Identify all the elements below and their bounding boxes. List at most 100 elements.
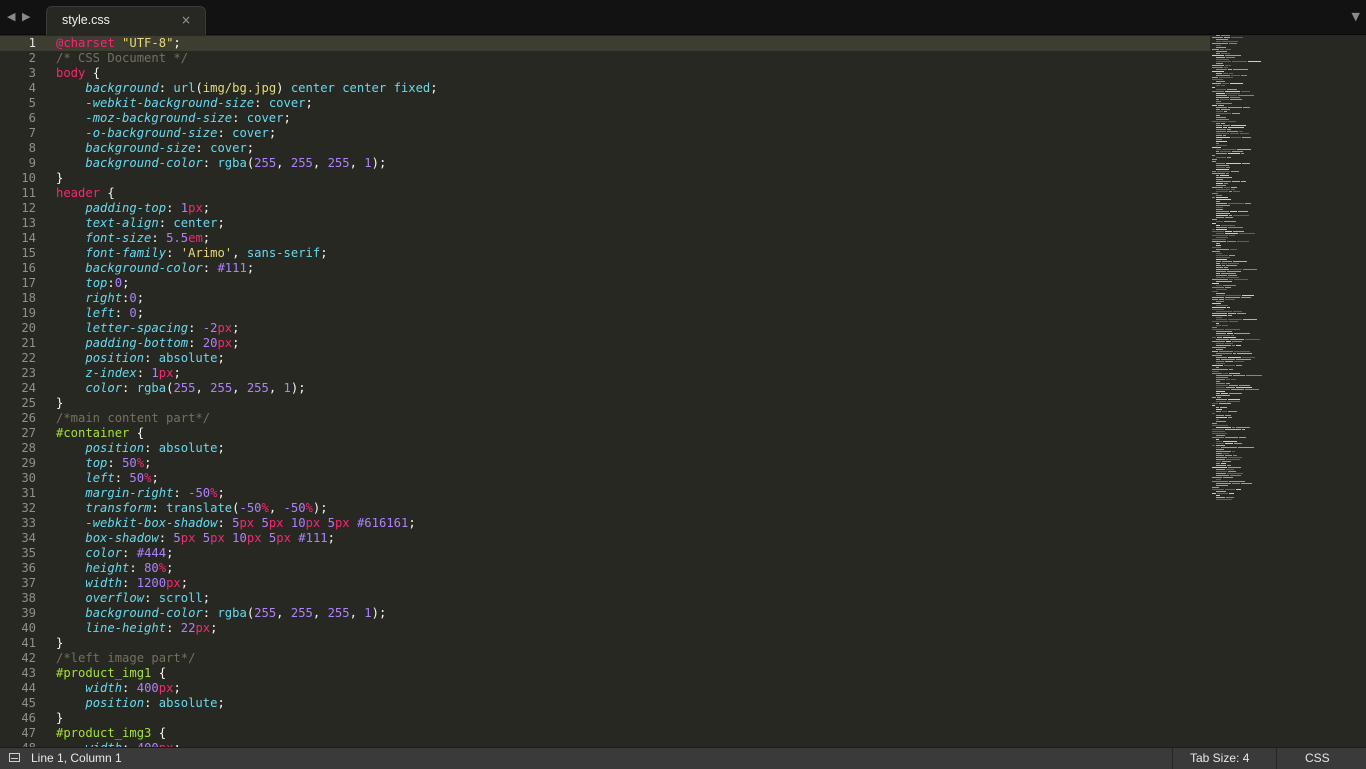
code-line[interactable]: 42 /*left image part*/ — [0, 651, 1200, 666]
code-line[interactable]: 46} — [0, 711, 1200, 726]
code-line[interactable]: 10} — [0, 171, 1200, 186]
code-line[interactable]: 18 right:0; — [0, 291, 1200, 306]
code-line[interactable]: 25} — [0, 396, 1200, 411]
code-line[interactable]: 28 position: absolute; — [0, 441, 1200, 456]
code-line[interactable]: 37 width: 1200px; — [0, 576, 1200, 591]
line-code: background-color: rgba(255, 255, 255, 1)… — [56, 156, 386, 171]
code-line[interactable]: 23 z-index: 1px; — [0, 366, 1200, 381]
code-line[interactable]: 45 position: absolute; — [0, 696, 1200, 711]
close-icon[interactable]: × — [181, 13, 191, 27]
minimap[interactable] — [1212, 35, 1282, 505]
code-line[interactable]: 26 /*main content part*/ — [0, 411, 1200, 426]
code-line[interactable]: 9 background-color: rgba(255, 255, 255, … — [0, 156, 1200, 171]
code-line[interactable]: 34 box-shadow: 5px 5px 10px 5px #111; — [0, 531, 1200, 546]
code-line[interactable]: 40 line-height: 22px; — [0, 621, 1200, 636]
code-token: ; — [122, 276, 130, 290]
code-token: { — [100, 186, 115, 200]
code-line[interactable]: 19 left: 0; — [0, 306, 1200, 321]
line-number: 21 — [21, 336, 36, 350]
code-line[interactable]: 2 /* CSS Document */ — [0, 51, 1200, 66]
minimap-stroke — [1216, 319, 1227, 320]
code-line[interactable]: 30 left: 50%; — [0, 471, 1200, 486]
minimap-stroke — [1212, 321, 1228, 322]
code-line[interactable]: 38 overflow: scroll; — [0, 591, 1200, 606]
code-line[interactable]: 8 background-size: cover; — [0, 141, 1200, 156]
code-token: : — [151, 501, 167, 515]
syntax-selector[interactable]: CSS — [1305, 751, 1330, 765]
code-token: , — [276, 606, 291, 620]
code-line[interactable]: 27 #container { — [0, 426, 1200, 441]
minimap-stroke — [1212, 347, 1226, 348]
code-token: px — [276, 531, 291, 545]
minimap-stroke — [1221, 85, 1225, 86]
code-line[interactable]: 22 position: absolute; — [0, 351, 1200, 366]
code-line[interactable]: 1 @charset "UTF-8"; — [0, 36, 1210, 51]
code-line[interactable]: 14 font-size: 5.5em; — [0, 231, 1200, 246]
code-line[interactable]: 43 #product_img1 { — [0, 666, 1200, 681]
tab-size-selector[interactable]: Tab Size: 4 — [1190, 751, 1249, 765]
code-line[interactable]: 24 color: rgba(255, 255, 255, 1); — [0, 381, 1200, 396]
minimap-stroke — [1216, 443, 1224, 444]
code-line[interactable]: 13 text-align: center; — [0, 216, 1200, 231]
code-token: 255 — [246, 381, 269, 395]
code-line[interactable]: 39 background-color: rgba(255, 255, 255,… — [0, 606, 1200, 621]
code-line[interactable]: 41} — [0, 636, 1200, 651]
code-line[interactable]: 29 top: 50%; — [0, 456, 1200, 471]
code-line[interactable]: 32 transform: translate(-50%, -50%); — [0, 501, 1200, 516]
code-line[interactable]: 6 -moz-background-size: cover; — [0, 111, 1200, 126]
code-line[interactable]: 11 header { — [0, 186, 1200, 201]
minimap-stroke — [1216, 253, 1222, 254]
code-line[interactable]: 31 margin-right: -50%; — [0, 486, 1200, 501]
tab-style-css[interactable]: style.css × — [46, 6, 206, 36]
code-line[interactable]: 7 -o-background-size: cover; — [0, 126, 1200, 141]
code-line[interactable]: 44 width: 400px; — [0, 681, 1200, 696]
code-token: : — [166, 201, 181, 215]
minimap-stroke — [1216, 345, 1231, 346]
minimap-stroke — [1221, 53, 1230, 54]
line-code: position: absolute; — [56, 696, 224, 711]
code-line[interactable]: 47 #product_img3 { — [0, 726, 1200, 741]
minimap-stroke — [1227, 333, 1233, 334]
code-line[interactable]: 35 color: #444; — [0, 546, 1200, 561]
minimap-stroke — [1226, 383, 1230, 384]
code-line[interactable]: 21 padding-bottom: 20px; — [0, 336, 1200, 351]
minimap-stroke — [1228, 263, 1239, 264]
minimap-stroke — [1216, 167, 1225, 168]
panel-toggle-icon[interactable] — [9, 753, 20, 762]
minimap-stroke — [1228, 399, 1240, 400]
code-token: ); — [371, 156, 387, 170]
code-line[interactable]: 36 height: 80%; — [0, 561, 1200, 576]
minimap-stroke — [1216, 331, 1232, 332]
code-line[interactable]: 20 letter-spacing: -2px; — [0, 321, 1200, 336]
minimap-stroke — [1225, 489, 1235, 490]
minimap-stroke — [1216, 249, 1229, 250]
code-line[interactable]: 4 background: url(img/bg.jpg) center cen… — [0, 81, 1200, 96]
next-tab-icon[interactable]: ▶ — [22, 10, 30, 23]
code-line[interactable]: 5 -webkit-background-size: cover; — [0, 96, 1200, 111]
line-number: 36 — [21, 561, 36, 575]
code-line[interactable]: 15 font-family: 'Arimo', sans-serif; — [0, 246, 1200, 261]
minimap-stroke — [1216, 469, 1225, 470]
code-line[interactable]: 17 top:0; — [0, 276, 1200, 291]
minimap-stroke — [1226, 379, 1230, 380]
code-line[interactable]: 16 background-color: #111; — [0, 261, 1200, 276]
code-line[interactable]: 3 body { — [0, 66, 1200, 81]
minimap-stroke — [1212, 247, 1221, 248]
code-token: ; — [202, 201, 211, 215]
code-token: ; — [166, 546, 174, 560]
minimap-stroke — [1224, 365, 1235, 366]
tab-list-dropdown-icon[interactable]: ▼ — [1352, 10, 1360, 23]
minimap-stroke — [1212, 43, 1228, 44]
minimap-stroke — [1216, 289, 1227, 290]
minimap-stroke — [1216, 81, 1225, 82]
code-line[interactable]: 33 -webkit-box-shadow: 5px 5px 10px 5px … — [0, 516, 1200, 531]
minimap-stroke — [1216, 359, 1220, 360]
previous-tab-icon[interactable]: ◀ — [7, 10, 15, 23]
code-editor[interactable]: 1 @charset "UTF-8"; 2 /* CSS Document */ 3 bo… — [0, 35, 1366, 747]
minimap-stroke — [1216, 401, 1226, 402]
code-token: } — [56, 636, 64, 650]
minimap-stroke — [1220, 151, 1231, 152]
minimap-stroke — [1212, 371, 1219, 372]
code-line[interactable]: 12 padding-top: 1px; — [0, 201, 1200, 216]
